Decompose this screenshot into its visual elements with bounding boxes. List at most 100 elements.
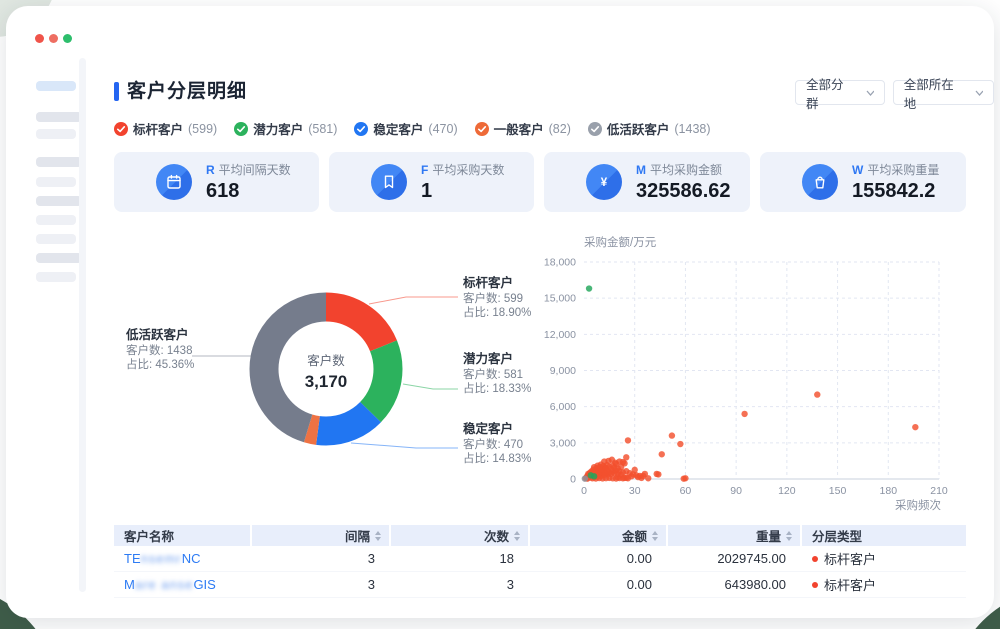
scatter-point xyxy=(586,285,592,291)
scatter-chart[interactable]: 03,0006,0009,00012,00015,00018,000030609… xyxy=(536,230,986,512)
stat-text: F平均采购天数 1 xyxy=(421,161,504,203)
x-tick-label: 120 xyxy=(778,485,796,497)
page-background: 客户分层明细 全部分群全部所在地 标杆客户 (599)潜力客户 (581)稳定客… xyxy=(0,0,1000,629)
column-header-客户名称: 客户名称 xyxy=(114,525,250,546)
stat-icon-circle xyxy=(156,164,192,200)
scatter-point xyxy=(814,391,820,397)
stat-value: 325586.62 xyxy=(636,180,731,203)
table-cell: 2029745.00 xyxy=(668,546,800,571)
stat-letter: W xyxy=(852,163,863,177)
x-tick-label: 0 xyxy=(581,485,587,497)
sidebar-item-3[interactable] xyxy=(36,129,76,139)
sort-icon[interactable] xyxy=(652,531,658,541)
column-label: 客户名称 xyxy=(124,526,174,545)
stat-label: M平均采购金额 xyxy=(636,161,731,178)
sidebar-item-2[interactable] xyxy=(36,112,82,122)
legend-item-低活跃客户[interactable]: 低活跃客户 (1438) xyxy=(588,119,711,138)
chevron-down-icon xyxy=(866,90,874,96)
filter-group: 全部分群全部所在地 xyxy=(795,80,994,105)
check-circle-icon xyxy=(234,122,248,136)
sidebar xyxy=(36,81,84,282)
calendar-icon xyxy=(165,173,183,191)
table-cell: 18 xyxy=(391,546,528,571)
column-label: 重量 xyxy=(756,526,781,545)
bookmark-icon xyxy=(380,173,398,191)
chevron-down-icon xyxy=(975,90,983,96)
x-tick-label: 30 xyxy=(629,485,641,497)
y-tick-label: 0 xyxy=(570,474,576,486)
column-header-间隔[interactable]: 间隔 xyxy=(252,525,389,546)
legend-label: 稳定客户 xyxy=(373,119,423,138)
check-circle-icon xyxy=(475,122,489,136)
sidebar-item-8[interactable] xyxy=(36,234,76,244)
stat-label: F平均采购天数 xyxy=(421,161,504,178)
scatter-point xyxy=(620,469,626,475)
table-cell: 3 xyxy=(252,546,389,571)
column-header-重量[interactable]: 重量 xyxy=(668,525,800,546)
legend-count: (470) xyxy=(428,122,457,136)
stat-label-text: 平均采购金额 xyxy=(650,163,722,177)
table-cell: 643980.00 xyxy=(668,572,800,597)
y-tick-label: 12,000 xyxy=(544,329,576,341)
legend-item-潜力客户[interactable]: 潜力客户 (581) xyxy=(234,119,337,138)
x-axis-title: 采购频次 xyxy=(895,498,941,512)
filter-dropdown-1[interactable]: 全部分群 xyxy=(795,80,885,105)
segment-type-cell: 标杆客户 xyxy=(802,572,966,597)
segment-type-cell: 标杆客户 xyxy=(802,546,966,571)
y-tick-label: 3,000 xyxy=(550,437,576,449)
sort-icon[interactable] xyxy=(375,531,381,541)
check-circle-icon xyxy=(588,122,602,136)
column-label: 分层类型 xyxy=(812,526,862,545)
scatter-point xyxy=(591,473,597,479)
stat-label-text: 平均采购天数 xyxy=(432,163,504,177)
sidebar-item-7[interactable] xyxy=(36,215,76,225)
callout-percent: 占比: 45.36% xyxy=(126,358,221,372)
sort-icon[interactable] xyxy=(514,531,520,541)
customer-name-link[interactable]: TEnsemrNC xyxy=(124,551,201,566)
column-header-次数[interactable]: 次数 xyxy=(391,525,528,546)
scatter-point xyxy=(669,432,675,438)
legend-item-标杆客户[interactable]: 标杆客户 (599) xyxy=(114,119,217,138)
zoom-button[interactable] xyxy=(63,34,72,43)
yuan-icon: ¥ xyxy=(595,173,613,191)
y-tick-label: 6,000 xyxy=(550,401,576,413)
content-divider xyxy=(79,58,86,592)
stat-icon-circle: ¥ xyxy=(586,164,622,200)
customer-name-link[interactable]: Mare anseGIS xyxy=(124,577,216,592)
sidebar-item-9[interactable] xyxy=(36,253,82,263)
filter-dropdown-2[interactable]: 全部所在地 xyxy=(893,80,994,105)
window-controls xyxy=(35,34,72,43)
stat-icon-circle xyxy=(371,164,407,200)
legend-item-一般客户[interactable]: 一般客户 (82) xyxy=(475,119,571,138)
segment-type-label: 标杆客户 xyxy=(824,575,876,594)
sidebar-item-5[interactable] xyxy=(36,177,76,187)
sidebar-item-4[interactable] xyxy=(36,157,82,167)
legend-item-稳定客户[interactable]: 稳定客户 (470) xyxy=(354,119,457,138)
sidebar-item-1[interactable] xyxy=(36,81,76,91)
column-label: 间隔 xyxy=(345,526,370,545)
stat-text: R平均间隔天数618 xyxy=(206,161,291,203)
sidebar-item-6[interactable] xyxy=(36,196,82,206)
stat-value: 1 xyxy=(421,180,504,203)
sidebar-item-10[interactable] xyxy=(36,272,76,282)
stat-text: M平均采购金额 325586.62 xyxy=(636,161,731,203)
legend-label: 潜力客户 xyxy=(253,119,303,138)
sort-icon[interactable] xyxy=(786,531,792,541)
table-row[interactable]: Mare anseGIS330.00643980.00标杆客户 xyxy=(114,572,966,598)
column-header-金额[interactable]: 金额 xyxy=(530,525,666,546)
y-tick-label: 18,000 xyxy=(544,257,576,269)
masked-text: are anse xyxy=(135,577,194,592)
legend-count: (82) xyxy=(549,122,571,136)
scatter-point xyxy=(601,458,607,464)
scatter-point xyxy=(591,464,597,470)
close-button[interactable] xyxy=(35,34,44,43)
scatter-point xyxy=(625,437,631,443)
stat-card-R: R平均间隔天数618 xyxy=(114,152,319,212)
y-tick-label: 9,000 xyxy=(550,365,576,377)
scatter-point xyxy=(659,451,665,457)
x-tick-label: 90 xyxy=(730,485,742,497)
table-row[interactable]: TEnsemrNC3180.002029745.00标杆客户 xyxy=(114,546,966,572)
scatter-point xyxy=(655,471,661,477)
legend-label: 低活跃客户 xyxy=(607,119,670,138)
minimize-button[interactable] xyxy=(49,34,58,43)
